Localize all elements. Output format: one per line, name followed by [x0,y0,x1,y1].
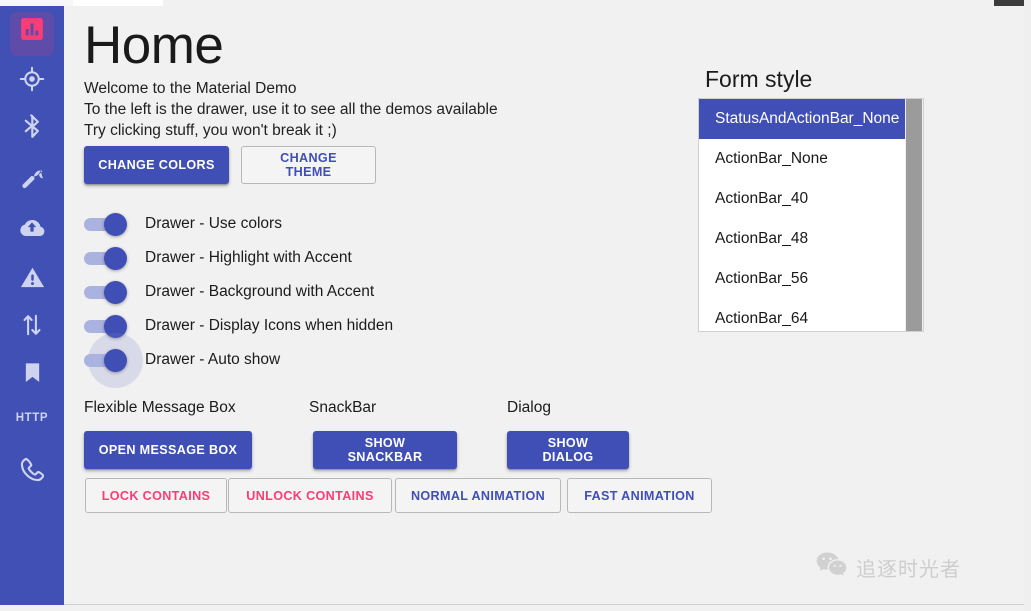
show-dialog-button[interactable]: SHOW DIALOG [507,431,629,469]
wrench-icon [19,164,46,191]
bookmark-icon [20,360,45,385]
scrollbar-thumb[interactable] [906,99,922,331]
switch-row-use-colors[interactable]: Drawer - Use colors [84,209,282,239]
form-style-listbox[interactable]: StatusAndActionBar_None ActionBar_None A… [698,98,924,332]
fast-animation-button[interactable]: FAST ANIMATION [567,478,712,513]
drawer-item-bluetooth[interactable] [0,103,64,149]
bar-chart-icon [19,16,45,42]
list-item[interactable]: ActionBar_48 [699,219,905,259]
change-theme-button[interactable]: CHANGE THEME [241,146,376,184]
page-title: Home [84,16,224,75]
dialog-label: Dialog [507,399,551,416]
drawer-item-transfer[interactable] [0,302,64,348]
list-item[interactable]: ActionBar_40 [699,179,905,219]
warning-triangle-icon [19,264,46,291]
list-item[interactable]: ActionBar_None [699,139,905,179]
list-item[interactable]: ActionBar_64 [699,299,905,331]
cloud-upload-icon [18,215,46,243]
content-bottom-divider [64,603,1024,605]
main-content: Home Welcome to the Material Demo To the… [64,6,1024,605]
switch-row-auto-show[interactable]: Drawer - Auto show [84,333,281,388]
switch-thumb [104,349,127,372]
switch-label: Drawer - Background with Accent [145,283,375,300]
drawer-item-chart[interactable] [0,6,64,56]
bluetooth-icon [19,113,45,139]
app-window: HTTP Home Welcome to the Material Demo T… [0,0,1031,611]
list-item[interactable]: ActionBar_56 [699,259,905,299]
switch-drawer-highlight-with-accent[interactable] [84,245,132,271]
switch-drawer-background-with-accent[interactable] [84,279,132,305]
window-chrome-right [1024,0,1031,611]
watermark: 追逐时光者 [816,551,961,583]
wechat-icon [816,551,847,583]
switch-label: Drawer - Auto show [145,351,281,368]
flexible-message-box-label: Flexible Message Box [84,399,236,416]
switch-thumb [104,281,127,304]
drawer-item-http[interactable]: HTTP [0,395,64,441]
form-style-title: Form style [705,66,813,92]
switch-thumb [104,247,127,270]
form-style-list: StatusAndActionBar_None ActionBar_None A… [699,99,905,331]
switch-thumb [104,213,127,236]
drawer-item-cloud-upload[interactable] [0,206,64,252]
switch-drawer-auto-show[interactable] [84,333,143,388]
form-style-scrollbar[interactable] [905,99,923,331]
phone-icon [19,456,46,483]
lock-contains-button[interactable]: LOCK CONTAINS [85,478,227,513]
transfer-arrows-icon [19,312,45,338]
switch-row-highlight-accent[interactable]: Drawer - Highlight with Accent [84,243,352,273]
watermark-text: 追逐时光者 [856,556,961,581]
navigation-drawer: HTTP [0,6,64,605]
unlock-contains-button[interactable]: UNLOCK CONTAINS [228,478,392,513]
change-colors-button[interactable]: CHANGE COLORS [84,146,229,184]
drawer-item-location[interactable] [0,56,64,102]
drawer-item-phone[interactable] [0,446,64,492]
welcome-text: Welcome to the Material Demo To the left… [84,80,498,139]
switch-row-background-accent[interactable]: Drawer - Background with Accent [84,277,374,307]
switch-drawer-use-colors[interactable] [84,211,132,237]
http-text-icon: HTTP [15,412,49,424]
open-message-box-button[interactable]: OPEN MESSAGE BOX [84,431,252,469]
drawer-item-bookmark[interactable] [0,349,64,395]
gps-target-icon [19,66,45,92]
switch-label: Drawer - Highlight with Accent [145,249,352,266]
drawer-item-tools[interactable] [0,154,64,200]
list-item[interactable]: StatusAndActionBar_None [699,99,905,139]
normal-animation-button[interactable]: NORMAL ANIMATION [395,478,561,513]
drawer-item-warning[interactable] [0,254,64,300]
snackbar-label: SnackBar [309,399,377,416]
switch-label: Drawer - Display Icons when hidden [145,317,394,334]
switch-label: Drawer - Use colors [145,215,282,232]
show-snackbar-button[interactable]: SHOW SNACKBAR [313,431,457,469]
